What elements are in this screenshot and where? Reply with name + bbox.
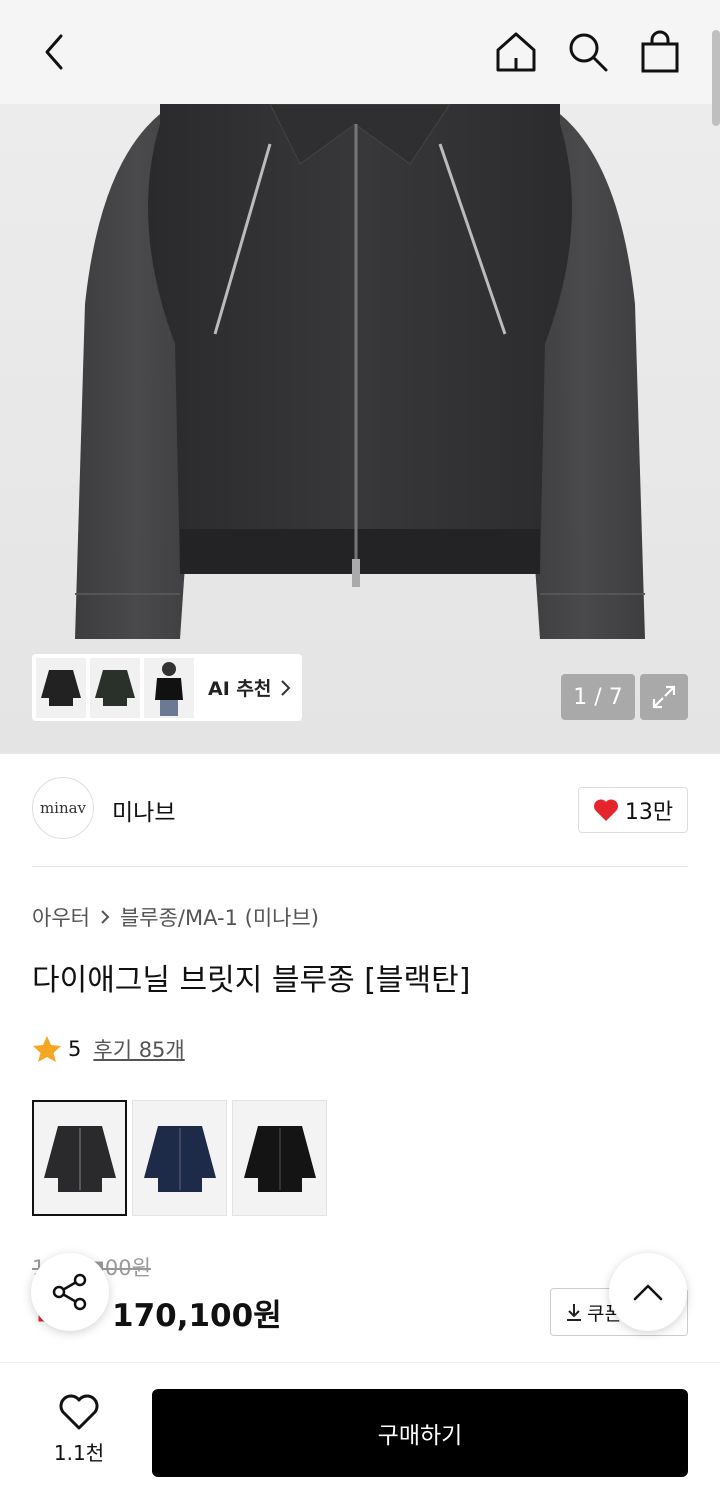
cart-button[interactable] (636, 28, 684, 76)
jacket-black-tan-image (43, 1126, 116, 1192)
jacket-black-image (243, 1126, 316, 1192)
top-bar (0, 0, 720, 104)
share-button[interactable] (31, 1253, 109, 1331)
brand-name[interactable]: 미나브 (112, 793, 175, 827)
color-option[interactable] (232, 1100, 327, 1216)
image-pager: 1 / 7 (561, 674, 635, 720)
back-button[interactable] (32, 28, 80, 76)
home-button[interactable] (492, 28, 540, 76)
jacket-navy-image (143, 1126, 216, 1192)
search-icon (569, 33, 608, 72)
expand-icon (652, 685, 676, 709)
product-title: 다이애그닐 브릿지 블루종 [블랙탄] (32, 963, 471, 998)
shopping-bag-icon (641, 30, 679, 73)
person-thumb-icon (155, 661, 183, 716)
ai-recommend-card[interactable]: AI 추천 (32, 654, 302, 721)
color-option[interactable] (132, 1100, 227, 1216)
bottom-action-bar: 1.1천 구매하기 (0, 1362, 720, 1500)
brand-like-count: 13만 (624, 800, 674, 825)
ai-recommend-text: AI 추천 (208, 678, 272, 700)
divider (32, 866, 688, 867)
chevron-right-icon (281, 679, 291, 696)
ai-thumbnail[interactable] (90, 657, 140, 718)
wishlist-button[interactable]: 1.1천 (42, 1393, 116, 1466)
download-icon (567, 1304, 581, 1321)
color-options (32, 1100, 327, 1216)
breadcrumb: 아우터 블루종/MA-1 (미나브) (32, 902, 319, 932)
rating: 5 후기 85개 (32, 1034, 185, 1064)
home-icon (496, 32, 536, 72)
brand-row: minav 미나브 13만 (32, 777, 688, 841)
heart-filled-icon (593, 799, 618, 821)
ai-thumbnail[interactable] (36, 657, 86, 718)
heart-outline-icon (59, 1394, 99, 1430)
star-icon (33, 1036, 61, 1062)
ai-thumbnail[interactable] (144, 657, 194, 718)
jacket-thumb-icon (95, 669, 135, 706)
buy-button[interactable]: 구매하기 (152, 1389, 688, 1477)
brand-logo-text: minav (39, 799, 87, 817)
share-icon (52, 1273, 87, 1311)
rating-value: 5 (68, 1037, 82, 1061)
wishlist-count: 1.1천 (53, 1441, 105, 1465)
jacket-thumb-icon (41, 669, 81, 706)
search-button[interactable] (564, 28, 612, 76)
color-option-selected[interactable] (32, 1100, 127, 1216)
brand-logo[interactable]: minav (32, 777, 94, 839)
breadcrumb-item[interactable]: 블루종/MA-1 (미나브) (120, 902, 319, 932)
ai-recommend-label[interactable]: AI 추천 (208, 674, 291, 701)
chevron-up-icon (633, 1284, 663, 1301)
scroll-top-button[interactable] (609, 1253, 687, 1331)
sale-price: 170,100원 (112, 1298, 282, 1334)
chevron-right-icon (101, 910, 110, 924)
expand-button[interactable] (640, 674, 688, 720)
breadcrumb-item[interactable]: 아우터 (32, 902, 90, 932)
brand-like-button[interactable]: 13만 (578, 787, 688, 833)
scrollbar[interactable] (712, 30, 720, 126)
review-link[interactable]: 후기 85개 (93, 1034, 184, 1064)
chevron-left-icon (45, 34, 63, 70)
